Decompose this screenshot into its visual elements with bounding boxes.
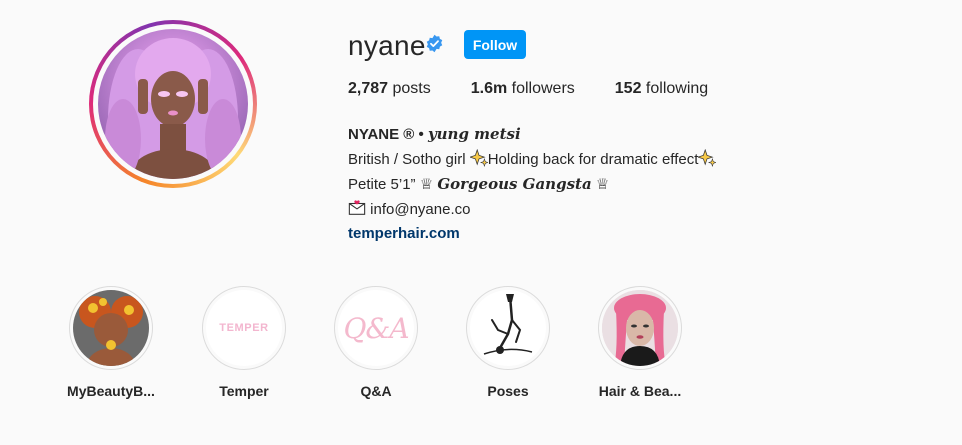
profile-avatar[interactable]	[98, 29, 248, 179]
highlight-label: Q&A	[360, 383, 392, 399]
pose-figure-illustration	[483, 294, 533, 355]
qa-cover-text: Q&A	[343, 311, 409, 345]
bio-line-3-fancy: Gorgeous Gangsta	[437, 175, 592, 193]
highlight-ring: TEMPER	[202, 286, 286, 370]
bio-line-3-text-b: ♕	[591, 176, 610, 193]
profile-bio: NYANE ® • yung metsi British / Sotho gir…	[348, 122, 717, 247]
followers-stat[interactable]: 1.6m followers	[471, 80, 575, 98]
highlight-cover	[73, 290, 149, 366]
bio-line-2-text-b: Holding back for dramatic effect	[487, 150, 699, 168]
bio-email-line: info@nyane.co	[348, 198, 716, 223]
verified-badge-icon	[426, 34, 443, 53]
sparkles-icon	[469, 148, 488, 167]
profile-avatar-story-ring[interactable]	[89, 20, 257, 188]
highlight-item[interactable]: Q&A Q&A	[321, 286, 431, 399]
highlight-ring	[598, 286, 682, 370]
followers-label: followers	[507, 80, 575, 97]
highlight-cover: Q&A	[338, 290, 414, 366]
posts-label: posts	[388, 80, 431, 97]
highlight-label: Temper	[219, 383, 269, 399]
following-stat[interactable]: 152 following	[615, 80, 708, 98]
bio-line-3: Petite 5’1” ♕ Gorgeous Gangsta ♕	[348, 172, 716, 198]
followers-count: 1.6m	[470, 80, 508, 97]
highlight-item[interactable]: MyBeautyB...	[56, 286, 166, 399]
highlight-label: Poses	[487, 383, 529, 399]
posts-count: 2,787	[348, 80, 389, 97]
highlight-label: Hair & Bea...	[598, 383, 682, 399]
avatar-illustration	[105, 38, 241, 179]
bio-website-line: temperhair.com	[348, 222, 716, 247]
highlight-ring	[466, 286, 550, 370]
highlight-ring	[69, 286, 153, 370]
following-count: 152	[614, 80, 642, 97]
bio-website-link[interactable]: temperhair.com	[348, 225, 460, 242]
bio-name-line: NYANE ® • yung metsi	[348, 122, 716, 148]
highlight-cover-illustration	[79, 296, 143, 366]
sparkles-icon	[698, 148, 717, 167]
envelope-icon	[348, 199, 366, 215]
highlight-item[interactable]: Hair & Bea...	[585, 286, 695, 399]
highlight-cover: TEMPER	[206, 290, 282, 366]
highlight-label: MyBeautyB...	[67, 383, 155, 399]
profile-stats: 2,787 posts 1.6m followers 152 following	[348, 80, 748, 98]
bio-line-3-text-a: Petite 5’1” ♕	[348, 176, 438, 193]
highlight-cover	[602, 290, 678, 366]
bio-email: info@nyane.co	[366, 200, 471, 218]
bio-full-name: NYANE ® •	[348, 126, 428, 143]
profile-username: nyane	[348, 30, 426, 61]
highlight-ring: Q&A	[334, 286, 418, 370]
temper-logo-text: TEMPER	[219, 322, 269, 334]
highlight-item[interactable]: Poses	[453, 286, 563, 399]
bio-name-fancy: yung metsi	[427, 125, 521, 143]
posts-stat: 2,787 posts	[348, 80, 431, 98]
bio-line-2: British / Sotho girl Holding back for dr…	[348, 148, 717, 173]
follow-button[interactable]: Follow	[464, 30, 526, 59]
bio-line-2-text-a: British / Sotho girl	[348, 150, 470, 168]
following-label: following	[641, 80, 709, 97]
highlight-cover-illustration	[602, 290, 678, 366]
highlight-item[interactable]: TEMPER Temper	[189, 286, 299, 399]
highlight-cover	[470, 290, 546, 366]
